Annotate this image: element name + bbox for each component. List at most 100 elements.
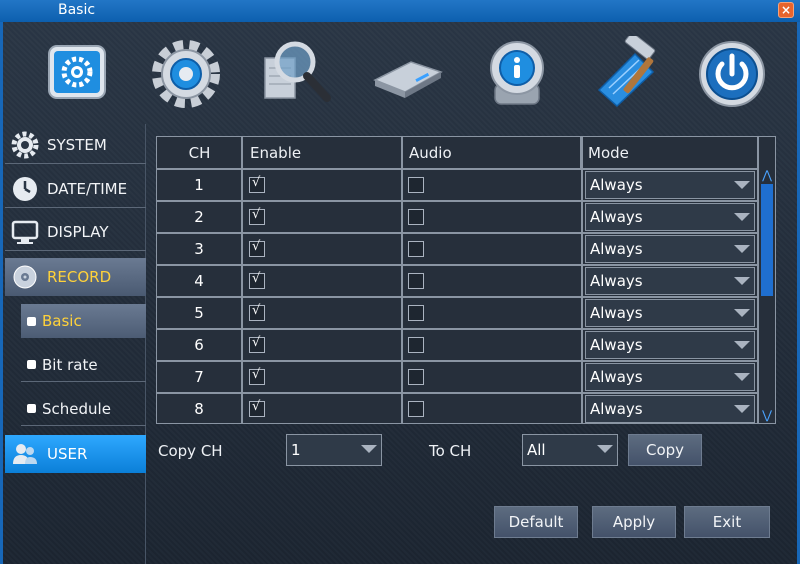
row-divider [157, 360, 759, 362]
mode-select[interactable]: Always [585, 363, 755, 391]
header-audio: Audio [404, 137, 581, 169]
mode-value: Always [590, 176, 643, 194]
exit-button[interactable]: Exit [684, 506, 770, 538]
scroll-thumb[interactable] [761, 184, 773, 296]
sidebar-item-label: DISPLAY [47, 222, 109, 241]
tools-icon[interactable] [591, 32, 663, 108]
copy-ch-label: Copy CH [158, 442, 223, 460]
sidebar-item-label: DATE/TIME [47, 179, 128, 198]
chevron-down-icon [734, 373, 750, 381]
toolbar [3, 22, 797, 116]
record-disc-icon [13, 265, 37, 289]
header-mode: Mode [588, 144, 629, 162]
sidebar-item-display[interactable]: DISPLAY [5, 213, 146, 251]
subitem-label: Basic [42, 312, 82, 330]
audio-checkbox[interactable] [408, 273, 424, 289]
audio-checkbox[interactable] [408, 209, 424, 225]
row-divider [157, 392, 759, 394]
enable-checkbox[interactable] [249, 175, 265, 193]
header-enable: Enable [245, 137, 402, 169]
mode-value: Always [590, 272, 643, 290]
enable-checkbox[interactable] [249, 303, 265, 321]
sidebar-item-date-time[interactable]: DATE/TIME [5, 170, 146, 208]
close-icon[interactable]: × [778, 2, 794, 18]
power-icon[interactable] [696, 36, 768, 108]
users-icon [13, 444, 37, 464]
clock-icon [13, 176, 37, 201]
default-button[interactable]: Default [494, 506, 578, 538]
chevron-down-icon [734, 341, 750, 349]
cell-ch: 6 [194, 336, 204, 354]
chevron-down-icon [734, 245, 750, 253]
to-ch-select[interactable]: All [522, 434, 618, 466]
chevron-down-icon [361, 445, 377, 453]
enable-checkbox[interactable] [249, 271, 265, 289]
mode-select[interactable]: Always [585, 171, 755, 199]
mode-select[interactable]: Always [585, 203, 755, 231]
audio-checkbox[interactable] [408, 241, 424, 257]
bullet-icon [27, 404, 36, 413]
to-ch-label: To CH [429, 442, 472, 460]
table-scrollbar[interactable]: ⋀ ⋁ [759, 168, 775, 422]
title-bar: Basic × [0, 0, 800, 22]
subitem-schedule[interactable]: Schedule [21, 392, 146, 426]
chevron-down-icon [597, 445, 613, 453]
row-divider [157, 168, 759, 170]
sidebar: SYSTEM DATE/TIME DISPLAY RECORD Basic Bi… [3, 124, 146, 564]
sidebar-item-label: SYSTEM [47, 135, 107, 154]
hard-disk-icon[interactable] [371, 36, 443, 108]
mode-select[interactable]: Always [585, 299, 755, 327]
info-icon[interactable] [481, 36, 553, 108]
mode-select[interactable]: Always [585, 235, 755, 263]
mode-value: Always [590, 368, 643, 386]
search-icon[interactable] [261, 36, 333, 108]
sidebar-item-system[interactable]: SYSTEM [5, 126, 146, 164]
cell-ch: 1 [194, 176, 204, 194]
copy-button[interactable]: Copy [628, 434, 702, 466]
window-title: Basic [58, 2, 96, 18]
enable-checkbox[interactable] [249, 367, 265, 385]
row-divider [157, 296, 759, 298]
audio-checkbox[interactable] [408, 337, 424, 353]
system-settings-icon[interactable] [41, 36, 113, 108]
mode-select[interactable]: Always [585, 267, 755, 295]
mode-select[interactable]: Always [585, 395, 755, 423]
subitem-basic[interactable]: Basic [21, 304, 146, 338]
chevron-down-icon [734, 213, 750, 221]
sidebar-item-label: USER [47, 445, 88, 463]
chevron-down-icon [734, 181, 750, 189]
gear-icon [11, 131, 39, 158]
chevron-down-icon [734, 277, 750, 285]
mode-select[interactable]: Always [585, 331, 755, 359]
row-divider [157, 232, 759, 234]
gear-icon[interactable] [150, 36, 222, 108]
cell-ch: 8 [194, 400, 204, 418]
column-divider [581, 137, 583, 423]
subitem-label: Bit rate [42, 355, 98, 374]
scroll-down-icon[interactable]: ⋁ [760, 408, 774, 422]
cell-ch: 3 [194, 240, 204, 258]
column-divider [401, 137, 403, 423]
chevron-down-icon [734, 405, 750, 413]
row-divider [157, 200, 759, 202]
subitem-bit-rate[interactable]: Bit rate [21, 348, 146, 382]
audio-checkbox[interactable] [408, 177, 424, 193]
cell-ch: 5 [194, 304, 204, 322]
channel-table: CH Enable Audio Mode 1 Always 2 Always 3 Alwa… [156, 136, 776, 424]
mode-value: Always [590, 400, 643, 418]
enable-checkbox[interactable] [249, 239, 265, 257]
audio-checkbox[interactable] [408, 305, 424, 321]
audio-checkbox[interactable] [408, 401, 424, 417]
sidebar-item-user[interactable]: USER [5, 435, 146, 473]
sidebar-item-record[interactable]: RECORD [5, 258, 146, 296]
enable-checkbox[interactable] [249, 399, 265, 417]
cell-ch: 2 [194, 208, 204, 226]
copy-ch-select[interactable]: 1 [286, 434, 382, 466]
enable-checkbox[interactable] [249, 335, 265, 353]
audio-checkbox[interactable] [408, 369, 424, 385]
apply-button[interactable]: Apply [592, 506, 676, 538]
enable-checkbox[interactable] [249, 207, 265, 225]
scroll-up-icon[interactable]: ⋀ [760, 168, 774, 182]
copy-ch-value: 1 [291, 441, 301, 459]
mode-value: Always [590, 240, 643, 258]
